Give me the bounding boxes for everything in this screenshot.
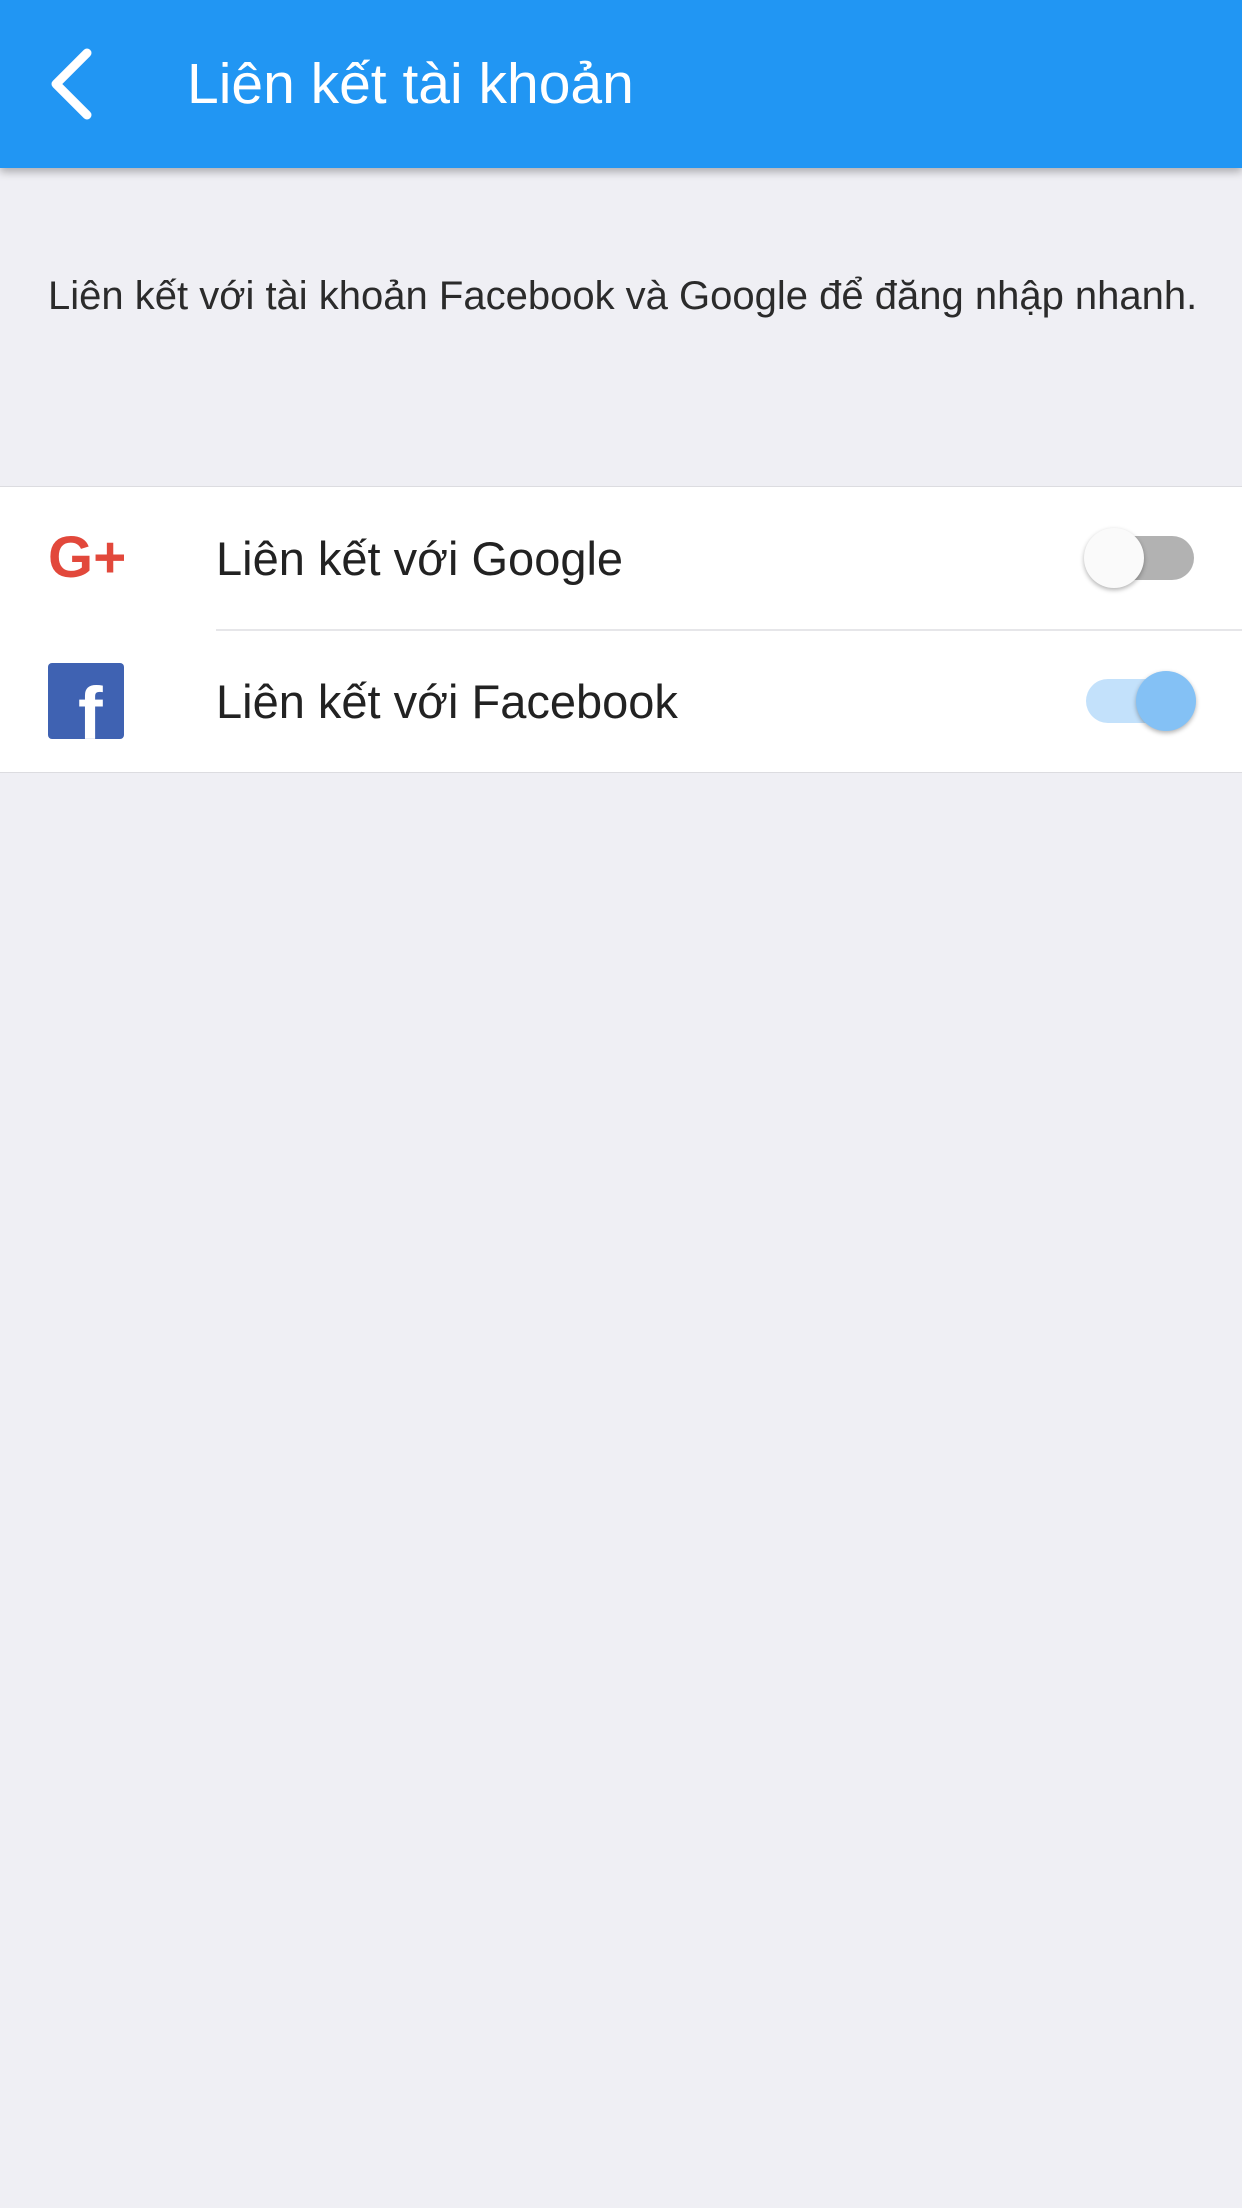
google-plus-icon-g: G+ xyxy=(48,533,124,583)
google-link-label: Liên kết với Google xyxy=(216,532,624,585)
facebook-toggle-thumb xyxy=(1136,671,1196,731)
facebook-link-toggle[interactable] xyxy=(1086,671,1196,731)
facebook-icon-f: f xyxy=(78,672,103,739)
account-linking-screen: Liên kết tài khoản Liên kết với tài khoả… xyxy=(0,0,1242,2208)
back-button[interactable] xyxy=(28,40,116,128)
facebook-link-label: Liên kết với Facebook xyxy=(216,675,678,728)
google-toggle-thumb xyxy=(1084,528,1144,588)
account-link-list: G+ Liên kết với Google f Liên kết với Fa… xyxy=(0,486,1242,773)
google-plus-icon: G+ xyxy=(48,520,124,596)
app-bar: Liên kết tài khoản xyxy=(0,0,1242,168)
facebook-link-row[interactable]: f Liên kết với Facebook xyxy=(0,630,1242,773)
page-title: Liên kết tài khoản xyxy=(187,52,634,116)
google-link-toggle[interactable] xyxy=(1084,528,1194,588)
chevron-left-icon xyxy=(47,47,97,121)
google-link-row[interactable]: G+ Liên kết với Google xyxy=(0,487,1242,631)
facebook-icon: f xyxy=(48,663,124,739)
description-text: Liên kết với tài khoản Facebook và Googl… xyxy=(48,274,1198,318)
